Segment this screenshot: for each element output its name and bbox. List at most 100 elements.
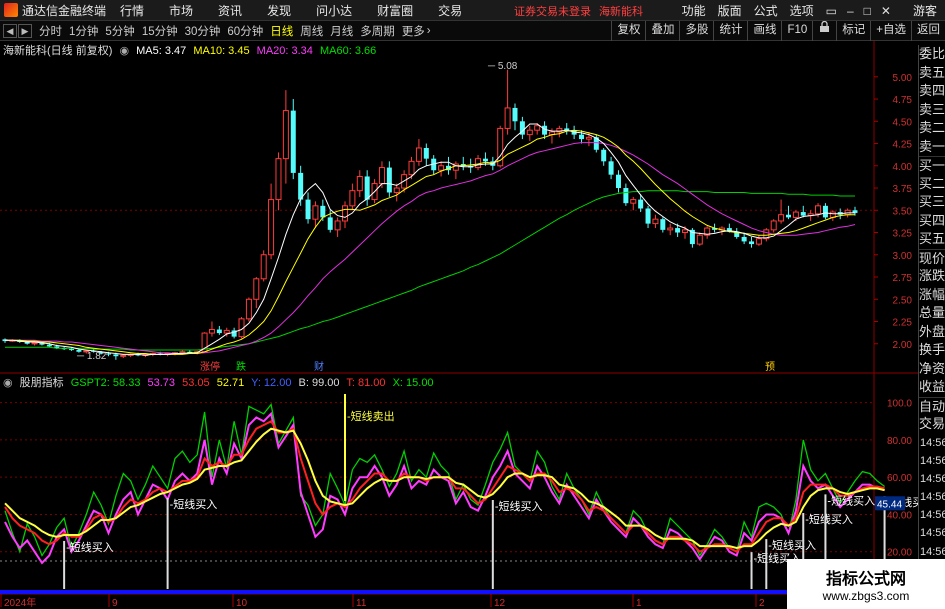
sidebar-item-10: 买五: [919, 231, 945, 246]
menu-formula[interactable]: 公式: [754, 2, 778, 19]
high-price-label: ─ 5.08: [487, 61, 518, 72]
main-chart-info: 海新能科(日线 前复权) ◉ MA5: 3.47 MA10: 3.45 MA20…: [3, 42, 380, 58]
menu-wealth[interactable]: 财富圈: [377, 2, 413, 19]
restore-icon[interactable]: ▭: [826, 4, 837, 18]
volume-strip: [0, 590, 874, 594]
candle-body-33: [245, 298, 252, 320]
sell-signal-label-0: -短线卖出: [347, 409, 395, 423]
sidebar-item-9: 买四: [919, 212, 945, 228]
event-tag-0: 涨停: [200, 360, 220, 373]
menu-layout[interactable]: 版面: [718, 2, 742, 19]
candle-body-107: [792, 211, 799, 218]
maximize-icon[interactable]: □: [864, 4, 871, 18]
candle-body-48: [356, 175, 363, 192]
next-arrow-icon[interactable]: ▶: [18, 23, 32, 38]
sidebar-item-18: 收益: [919, 379, 945, 394]
candle-body-52: [386, 167, 392, 193]
tick-time-5: 14:56: [920, 527, 945, 540]
stock-title: 海新能科(日线 前复权): [3, 45, 113, 57]
candle-body-65: [482, 158, 488, 162]
multi-stock-button[interactable]: 多股: [679, 21, 713, 41]
ind-value-3: 52.71: [216, 377, 245, 389]
app-logo-icon: [4, 3, 18, 17]
sidebar-item-1: 卖五: [919, 64, 945, 80]
period-multi[interactable]: 多周期: [360, 23, 395, 39]
prev-arrow-icon[interactable]: ◀: [3, 23, 17, 38]
candle-body-15: [113, 354, 119, 357]
sidebar-item-0: 委比: [919, 46, 945, 61]
b-readout: B: 99.00: [298, 377, 340, 389]
candle-body-14: [105, 353, 111, 355]
menu-ask[interactable]: 问小达: [316, 2, 352, 19]
sidebar-item-12: 涨跌: [919, 268, 945, 283]
lock-icon[interactable]: [812, 20, 836, 41]
candle-body-89: [660, 219, 666, 230]
period-daily[interactable]: 日线: [270, 23, 293, 39]
minimize-icon[interactable]: –: [847, 4, 854, 18]
ind-label-2: 60.00: [887, 473, 912, 484]
login-notice[interactable]: 证券交易未登录: [514, 3, 591, 19]
add-watchlist-button[interactable]: +自选: [870, 21, 911, 41]
tick-time-1: 14:56: [920, 454, 945, 467]
auto-trade-label-1[interactable]: 自动: [919, 396, 945, 416]
candle-body-102: [755, 238, 762, 245]
menu-quotes[interactable]: 行情: [120, 2, 144, 19]
candle-body-51: [378, 167, 385, 185]
tick-time-2: 14:56: [920, 472, 945, 485]
settings-circle-icon[interactable]: ◉: [119, 45, 129, 57]
adjust-button[interactable]: 复权: [611, 21, 645, 41]
candle-body-41: [305, 199, 311, 220]
period-timeshare[interactable]: 分时: [39, 23, 62, 39]
menu-trade[interactable]: 交易: [438, 2, 462, 19]
period-15min[interactable]: 15分钟: [142, 23, 178, 39]
indicator-settings-icon[interactable]: ◉: [3, 377, 13, 389]
indicator-name[interactable]: 股朋指标: [20, 377, 64, 389]
period-30min[interactable]: 30分钟: [185, 23, 221, 39]
candle-body-100: [741, 236, 747, 242]
f10-button[interactable]: F10: [781, 21, 812, 41]
menu-news[interactable]: 资讯: [218, 2, 242, 19]
stats-button[interactable]: 统计: [713, 21, 747, 41]
indicator-info: ◉ 股朋指标 GSPT2: 58.33 53.73 53.05 52.71 Y:…: [3, 374, 438, 390]
candle-body-39: [290, 110, 296, 173]
candle-body-35: [260, 254, 267, 280]
close-icon[interactable]: ✕: [881, 4, 891, 18]
more-chevron-icon[interactable]: ›: [427, 25, 431, 37]
ind-magenta-line: [4, 411, 885, 565]
period-5min[interactable]: 5分钟: [105, 23, 134, 39]
period-more[interactable]: 更多: [402, 23, 425, 39]
candle-body-47: [349, 190, 356, 207]
period-1min[interactable]: 1分钟: [69, 23, 98, 39]
menu-market[interactable]: 市场: [169, 2, 193, 19]
menu-function[interactable]: 功能: [682, 2, 706, 19]
period-monthly[interactable]: 月线: [330, 23, 353, 39]
candle-body-43: [320, 205, 326, 218]
candle-body-85: [630, 199, 637, 204]
sidebar-item-7: 买二: [919, 175, 945, 191]
mark-button[interactable]: 标记: [836, 21, 870, 41]
candle-body-28: [208, 329, 215, 334]
menu-options[interactable]: 选项: [790, 2, 814, 19]
sidebar-item-8: 买三: [919, 194, 945, 209]
buy-signal-label-1: -短线买入: [170, 497, 218, 511]
kline-chart-svg[interactable]: 5.00 4.75 4.50 4.25 4.00 3.75 3.50 3.25 3.00 2.75…: [0, 41, 918, 609]
event-tag-2: 财: [314, 360, 324, 373]
candle-body-84: [623, 188, 629, 204]
back-button[interactable]: 返回: [911, 21, 945, 41]
candle-body-24: [179, 351, 186, 354]
ind-label-4: 20.00: [887, 548, 912, 559]
lock-glyph-icon: [820, 20, 830, 32]
sidebar-item-17: 净资: [919, 360, 945, 376]
auto-trade-label-2[interactable]: 交易: [919, 415, 945, 434]
overlay-button[interactable]: 叠加: [645, 21, 679, 41]
candle-body-34: [253, 278, 260, 300]
period-weekly[interactable]: 周线: [300, 23, 323, 39]
period-60min[interactable]: 60分钟: [227, 23, 263, 39]
candle-body-55: [408, 160, 415, 176]
kline-chart-area[interactable]: 5.00 4.75 4.50 4.25 4.00 3.75 3.50 3.25 3.00 2.75…: [0, 41, 918, 609]
menu-discover[interactable]: 发现: [267, 2, 291, 19]
price-label-6: 3.50: [893, 206, 913, 217]
draw-line-button[interactable]: 画线: [747, 21, 781, 41]
tick-time-3: 14:56: [920, 491, 945, 504]
guest-user[interactable]: 游客: [913, 2, 937, 19]
